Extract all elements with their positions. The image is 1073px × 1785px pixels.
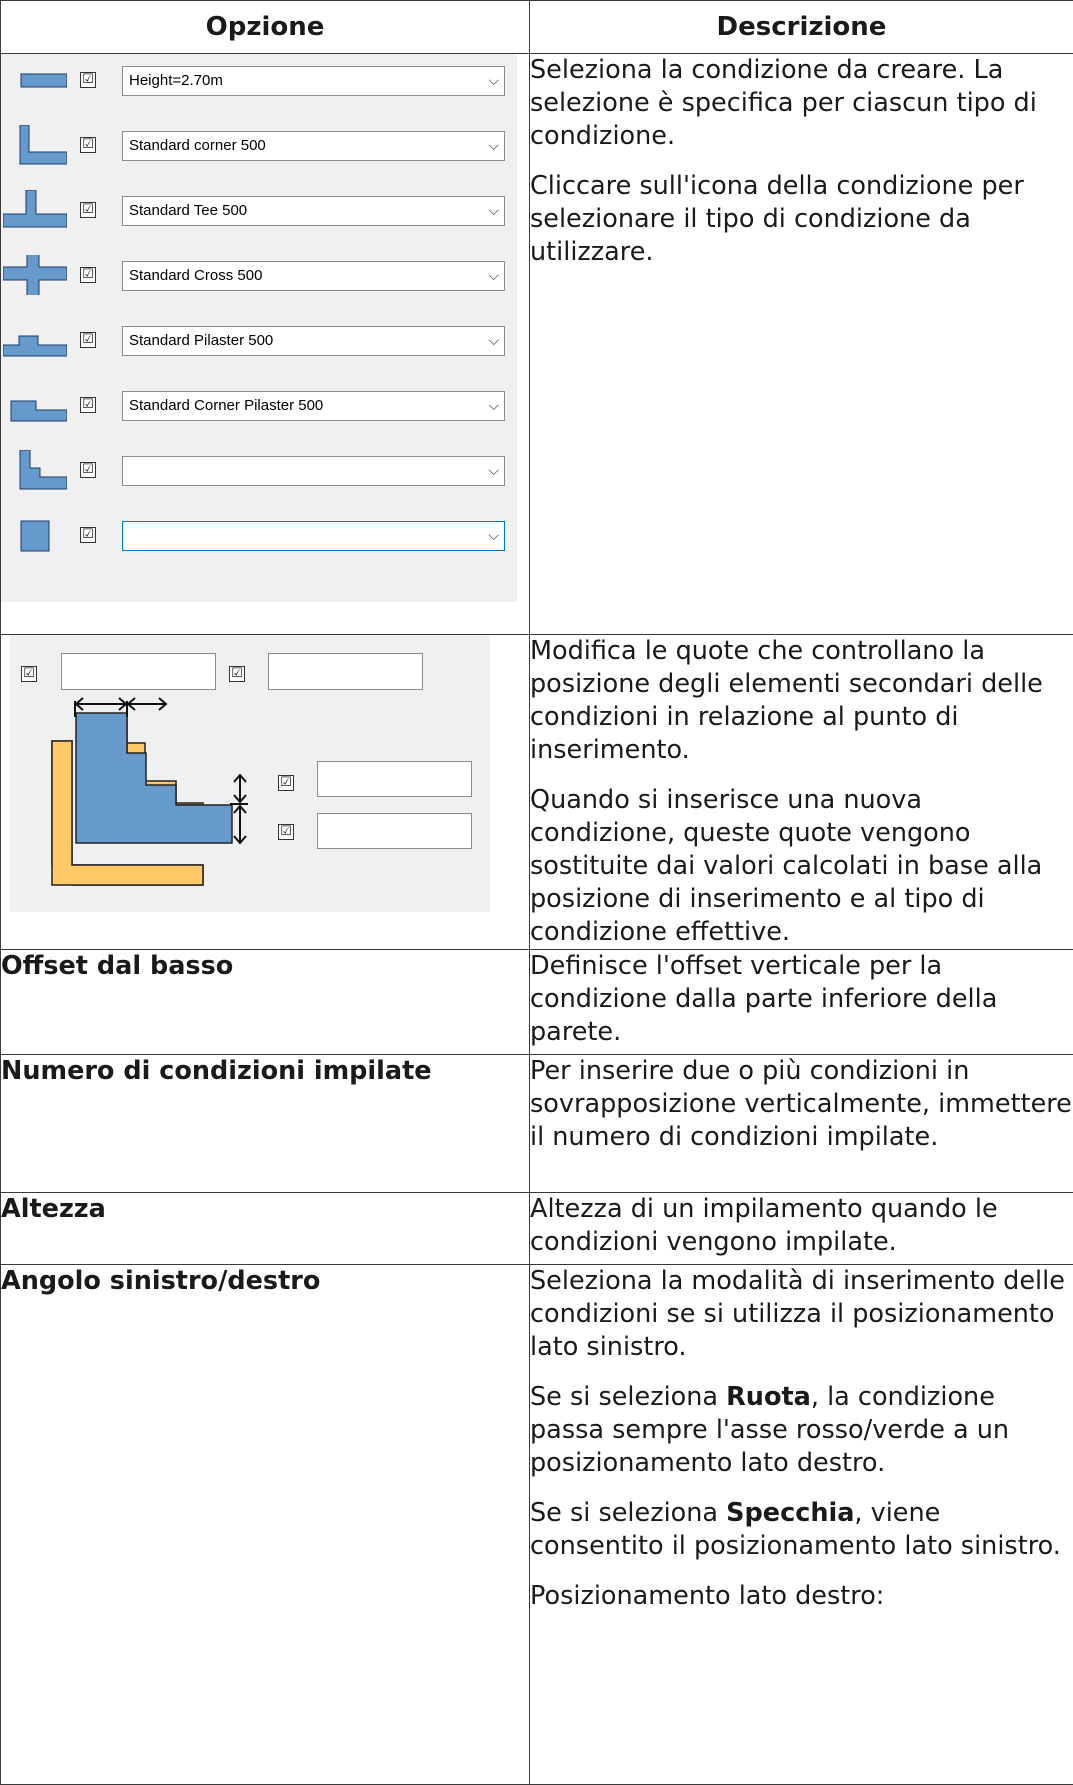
corner-pilaster-condition-icon[interactable] [3, 385, 67, 425]
chevron-down-icon[interactable]: ⌵ [488, 522, 499, 550]
table-row: Numero di condizioni impilate Per inseri… [1, 1055, 1073, 1193]
condition-checkbox[interactable]: ☑ [80, 462, 96, 478]
condition-dropdown-value: Standard Tee 500 [129, 202, 247, 219]
condition-checkbox[interactable]: ☑ [80, 332, 96, 348]
description-paragraph: Posizionamento lato destro: [530, 1580, 1073, 1613]
condition-dropdown[interactable]: Standard Cross 500 ⌵ [122, 261, 505, 291]
description-paragraph: Se si seleziona Specchia, viene consenti… [530, 1497, 1073, 1563]
header-option: Opzione [1, 1, 530, 54]
table-row: Offset dal basso Definisce l'offset vert… [1, 950, 1073, 1055]
table-row: ☑ ☑ ☑ ☑ [1, 635, 1073, 950]
condition-checkbox[interactable]: ☑ [80, 397, 96, 413]
text-run: Se si seleziona [530, 1498, 726, 1528]
chevron-down-icon[interactable]: ⌵ [488, 67, 499, 95]
condition-row: ☑ Height=2.70m ⌵ [1, 60, 517, 100]
condition-selector-cell: ☑ Height=2.70m ⌵ ☑ Standard corner 500 ⌵ [1, 54, 530, 635]
description-paragraph: Seleziona la condizione da creare. La se… [530, 54, 1073, 153]
text-run: Se si seleziona [530, 1382, 726, 1412]
condition-dropdown-value: Standard corner 500 [129, 137, 266, 154]
column-condition-icon[interactable] [3, 515, 67, 555]
option-label: Altezza [1, 1193, 530, 1265]
condition-checkbox[interactable]: ☑ [80, 527, 96, 543]
wall-segment-icon[interactable] [3, 60, 67, 100]
option-label: Numero di condizioni impilate [1, 1055, 530, 1193]
description-paragraph: Cliccare sull'icona della condizione per… [530, 170, 1073, 269]
rotate-term: Ruota [726, 1382, 811, 1412]
condition-checkbox[interactable]: ☑ [80, 72, 96, 88]
condition-row: ☑ Standard Corner Pilaster 500 ⌵ [1, 385, 517, 425]
chevron-down-icon[interactable]: ⌵ [488, 262, 499, 290]
header-description: Descrizione [530, 1, 1073, 54]
description-paragraph: Per inserire due o più condizioni in sov… [530, 1055, 1073, 1154]
chevron-down-icon[interactable]: ⌵ [488, 392, 499, 420]
description-paragraph: Se si seleziona Ruota, la condizione pas… [530, 1381, 1073, 1480]
condition-checkbox[interactable]: ☑ [80, 267, 96, 283]
mirror-term: Specchia [726, 1498, 854, 1528]
chevron-down-icon[interactable]: ⌵ [488, 457, 499, 485]
condition-dropdown[interactable]: Standard Corner Pilaster 500 ⌵ [122, 391, 505, 421]
tee-condition-icon[interactable] [3, 190, 67, 230]
condition-dropdown-value: Standard Corner Pilaster 500 [129, 397, 323, 414]
table-row: ☑ Height=2.70m ⌵ ☑ Standard corner 500 ⌵ [1, 54, 1073, 635]
pilaster-condition-icon[interactable] [3, 320, 67, 360]
option-label: Offset dal basso [1, 950, 530, 1055]
condition-dropdown[interactable]: Standard Pilaster 500 ⌵ [122, 326, 505, 356]
condition-selector-panel: ☑ Height=2.70m ⌵ ☑ Standard corner 500 ⌵ [1, 54, 517, 602]
option-label: Angolo sinistro/destro [1, 1265, 530, 1785]
description-paragraph: Definisce l'offset verticale per la cond… [530, 950, 1073, 1049]
dimensions-panel: ☑ ☑ ☑ ☑ [10, 635, 490, 912]
condition-checkbox[interactable]: ☑ [80, 137, 96, 153]
description-cell: Definisce l'offset verticale per la cond… [530, 950, 1073, 1055]
options-table: Opzione Descrizione ☑ Height=2.70m ⌵ [0, 0, 1073, 1785]
cross-condition-icon[interactable] [3, 255, 67, 295]
condition-row: ☑ Standard corner 500 ⌵ [1, 125, 517, 165]
dimensions-cell: ☑ ☑ ☑ ☑ [1, 635, 530, 950]
table-header-row: Opzione Descrizione [1, 1, 1073, 54]
condition-row: ☑ Standard Tee 500 ⌵ [1, 190, 517, 230]
condition-dimensions-diagram [10, 635, 490, 912]
description-paragraph: Quando si inserisce una nuova condizione… [530, 784, 1073, 949]
condition-dropdown[interactable]: ⌵ [122, 521, 505, 551]
condition-row: ☑ Standard Pilaster 500 ⌵ [1, 320, 517, 360]
corner-condition-alt-icon[interactable] [3, 450, 67, 490]
description-cell: Per inserire due o più condizioni in sov… [530, 1055, 1073, 1193]
description-paragraph: Altezza di un impilamento quando le cond… [530, 1193, 1073, 1259]
description-paragraph: Seleziona la modalità di inserimento del… [530, 1265, 1073, 1364]
chevron-down-icon[interactable]: ⌵ [488, 132, 499, 160]
chevron-down-icon[interactable]: ⌵ [488, 197, 499, 225]
condition-row: ☑ Standard Cross 500 ⌵ [1, 255, 517, 295]
condition-row: ☑ ⌵ [1, 450, 517, 490]
condition-dropdown-value: Height=2.70m [129, 72, 223, 89]
condition-dropdown[interactable]: Standard corner 500 ⌵ [122, 131, 505, 161]
chevron-down-icon[interactable]: ⌵ [488, 327, 499, 355]
condition-dropdown[interactable]: ⌵ [122, 456, 505, 486]
description-cell: Seleziona la condizione da creare. La se… [530, 54, 1073, 635]
condition-dropdown[interactable]: Height=2.70m ⌵ [122, 66, 505, 96]
description-cell: Altezza di un impilamento quando le cond… [530, 1193, 1073, 1265]
corner-condition-icon[interactable] [3, 125, 67, 165]
condition-dropdown[interactable]: Standard Tee 500 ⌵ [122, 196, 505, 226]
description-cell: Modifica le quote che controllano la pos… [530, 635, 1073, 950]
table-row: Angolo sinistro/destro Seleziona la moda… [1, 1265, 1073, 1785]
table-row: Altezza Altezza di un impilamento quando… [1, 1193, 1073, 1265]
description-cell: Seleziona la modalità di inserimento del… [530, 1265, 1073, 1785]
condition-checkbox[interactable]: ☑ [80, 202, 96, 218]
description-paragraph: Modifica le quote che controllano la pos… [530, 635, 1073, 767]
condition-row: ☑ ⌵ [1, 515, 517, 555]
condition-dropdown-value: Standard Cross 500 [129, 267, 262, 284]
condition-dropdown-value: Standard Pilaster 500 [129, 332, 273, 349]
